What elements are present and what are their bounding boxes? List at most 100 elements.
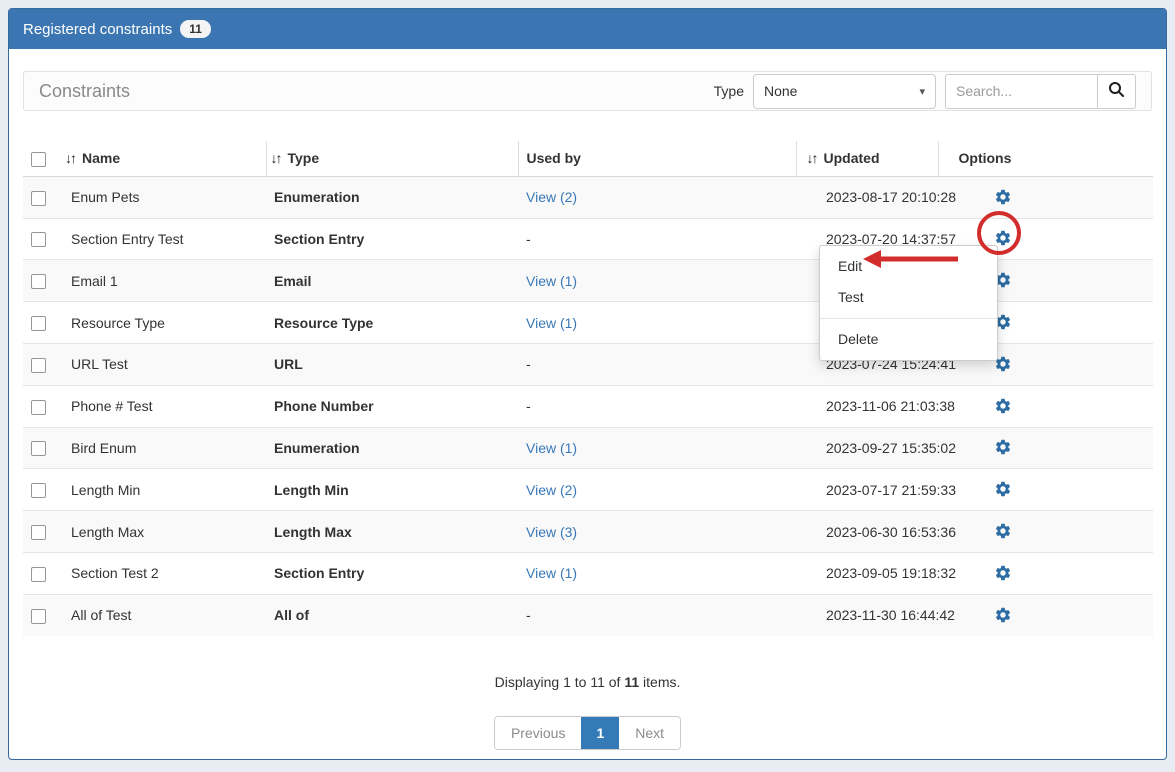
- pagination: Previous 1 Next: [494, 716, 681, 750]
- summary-suffix: items.: [639, 674, 680, 690]
- constraint-name: Length Min: [63, 469, 266, 511]
- sort-icon[interactable]: ↓↑: [807, 150, 817, 166]
- column-header-options: Options: [938, 141, 1153, 176]
- options-gear-icon[interactable]: [994, 522, 1012, 540]
- used-by-link[interactable]: View (1): [526, 440, 577, 456]
- constraint-name: Resource Type: [63, 302, 266, 344]
- constraint-type: Section Entry: [266, 218, 518, 260]
- column-header-options-label: Options: [959, 150, 1012, 166]
- used-by-link: -: [526, 398, 531, 414]
- constraint-type: Section Entry: [266, 552, 518, 594]
- table-header-row: ↓↑ Name ↓↑ Type Used by ↓↑ Updated Options: [23, 141, 1153, 176]
- constraint-name: Section Entry Test: [63, 218, 266, 260]
- type-filter-label: Type: [714, 83, 744, 99]
- table-toolbar: Constraints Type None ▾: [23, 71, 1152, 111]
- constraint-name: Bird Enum: [63, 427, 266, 469]
- used-by-link[interactable]: View (2): [526, 482, 577, 498]
- page-1-button[interactable]: 1: [581, 717, 619, 749]
- column-header-updated[interactable]: ↓↑ Updated: [796, 141, 938, 176]
- row-checkbox[interactable]: [31, 400, 46, 415]
- toolbar-title: Constraints: [39, 81, 130, 102]
- options-gear-icon[interactable]: [994, 564, 1012, 582]
- row-checkbox[interactable]: [31, 358, 46, 373]
- constraint-name: Enum Pets: [63, 176, 266, 218]
- column-header-name[interactable]: ↓↑ Name: [63, 141, 266, 176]
- sort-icon[interactable]: ↓↑: [271, 150, 281, 166]
- select-all-checkbox[interactable]: [31, 152, 46, 167]
- summary-prefix: Displaying 1 to 11 of: [495, 674, 625, 690]
- table-row: Length Max Length Max View (3) 2023-06-3…: [23, 511, 1153, 553]
- search-icon: [1108, 81, 1125, 101]
- panel-title: Registered constraints: [23, 21, 172, 38]
- results-summary: Displaying 1 to 11 of 11 items.: [23, 674, 1152, 690]
- constraint-name: Length Max: [63, 511, 266, 553]
- updated-timestamp: 2023-08-17 20:10:28: [796, 176, 938, 218]
- row-checkbox[interactable]: [31, 316, 46, 331]
- constraint-name: Phone # Test: [63, 385, 266, 427]
- menu-item-edit[interactable]: Edit: [820, 251, 997, 282]
- column-header-type[interactable]: ↓↑ Type: [266, 141, 518, 176]
- previous-page-button[interactable]: Previous: [495, 717, 581, 749]
- constraint-type: URL: [266, 343, 518, 385]
- table-row: Section Test 2 Section Entry View (1) 20…: [23, 552, 1153, 594]
- table-row: Length Min Length Min View (2) 2023-07-1…: [23, 469, 1153, 511]
- constraint-name: Section Test 2: [63, 552, 266, 594]
- constraint-type: Length Min: [266, 469, 518, 511]
- sort-icon[interactable]: ↓↑: [65, 150, 75, 166]
- row-checkbox[interactable]: [31, 191, 46, 206]
- column-header-used-by-label: Used by: [527, 150, 581, 166]
- column-header-updated-label: Updated: [824, 150, 880, 166]
- options-gear-icon[interactable]: [994, 480, 1012, 498]
- search-input[interactable]: [945, 74, 1097, 109]
- caret-down-icon: ▾: [919, 85, 925, 98]
- used-by-link: -: [526, 356, 531, 372]
- used-by-link[interactable]: View (2): [526, 189, 577, 205]
- updated-timestamp: 2023-09-05 19:18:32: [796, 552, 938, 594]
- used-by-link[interactable]: View (1): [526, 273, 577, 289]
- updated-timestamp: 2023-09-27 15:35:02: [796, 427, 938, 469]
- search-button[interactable]: [1097, 74, 1136, 109]
- table-row: Phone # Test Phone Number - 2023-11-06 2…: [23, 385, 1153, 427]
- summary-total: 11: [624, 674, 639, 690]
- column-header-name-label: Name: [82, 150, 120, 166]
- column-header-type-label: Type: [288, 150, 320, 166]
- row-checkbox[interactable]: [31, 441, 46, 456]
- constraint-type: Enumeration: [266, 427, 518, 469]
- constraint-type: All of: [266, 594, 518, 635]
- constraint-name: Email 1: [63, 260, 266, 302]
- panel-header: Registered constraints 11: [9, 9, 1166, 49]
- options-context-menu: Edit Test Delete: [819, 245, 998, 361]
- options-gear-icon[interactable]: [994, 397, 1012, 415]
- used-by-link[interactable]: View (1): [526, 315, 577, 331]
- used-by-link[interactable]: View (1): [526, 565, 577, 581]
- menu-divider: [820, 318, 997, 319]
- menu-item-test[interactable]: Test: [820, 282, 997, 313]
- options-gear-icon[interactable]: [994, 188, 1012, 206]
- row-checkbox[interactable]: [31, 483, 46, 498]
- options-gear-icon[interactable]: [994, 606, 1012, 624]
- constraint-name: URL Test: [63, 343, 266, 385]
- constraints-table: ↓↑ Name ↓↑ Type Used by ↓↑ Updated Options: [23, 141, 1153, 636]
- row-checkbox[interactable]: [31, 567, 46, 582]
- constraint-type: Length Max: [266, 511, 518, 553]
- updated-timestamp: 2023-11-06 21:03:38: [796, 385, 938, 427]
- type-filter-value: None: [764, 83, 797, 99]
- updated-timestamp: 2023-11-30 16:44:42: [796, 594, 938, 635]
- row-checkbox[interactable]: [31, 525, 46, 540]
- used-by-link[interactable]: View (3): [526, 524, 577, 540]
- table-row: Bird Enum Enumeration View (1) 2023-09-2…: [23, 427, 1153, 469]
- count-badge: 11: [180, 20, 211, 38]
- row-checkbox[interactable]: [31, 274, 46, 289]
- row-checkbox[interactable]: [31, 609, 46, 624]
- constraint-type: Enumeration: [266, 176, 518, 218]
- used-by-link: -: [526, 607, 531, 623]
- type-filter-select[interactable]: None ▾: [753, 74, 936, 109]
- next-page-button[interactable]: Next: [619, 717, 680, 749]
- options-gear-icon[interactable]: [994, 438, 1012, 456]
- constraint-name: All of Test: [63, 594, 266, 635]
- constraint-type: Resource Type: [266, 302, 518, 344]
- row-checkbox[interactable]: [31, 232, 46, 247]
- table-row: All of Test All of - 2023-11-30 16:44:42: [23, 594, 1153, 635]
- menu-item-delete[interactable]: Delete: [820, 324, 997, 355]
- registered-constraints-panel: Registered constraints 11 Constraints Ty…: [8, 8, 1167, 760]
